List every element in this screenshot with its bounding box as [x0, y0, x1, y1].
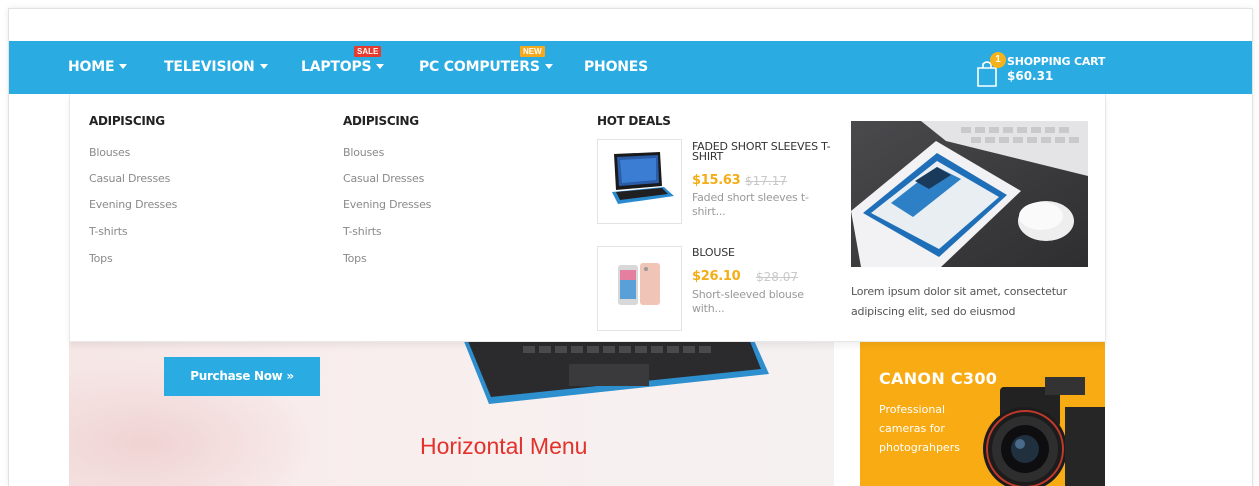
deal-old-price: $28.07	[756, 270, 798, 284]
phone-image	[618, 263, 660, 305]
deal-thumbnail[interactable]	[597, 246, 682, 331]
menu-link-evening-dresses[interactable]: Evening Dresses	[343, 198, 431, 211]
menu-link-tops[interactable]: Tops	[343, 252, 367, 265]
menu-link-blouses[interactable]: Blouses	[343, 146, 384, 159]
deal-old-price: $17.17	[745, 174, 787, 188]
deal-item: BLOUSE $26.10 $28.07 Short-sleeved blous…	[597, 246, 842, 336]
nav-item-label: LAPTOPS	[301, 59, 372, 75]
caret-down-icon	[119, 63, 128, 69]
menu-link-blouses[interactable]: Blouses	[89, 146, 130, 159]
caret-down-icon	[259, 63, 268, 69]
cart-label: SHOPPING CART	[1007, 55, 1106, 68]
deal-item: FADED SHORT SLEEVES T-SHIRT $15.63 $17.1…	[597, 139, 842, 229]
mega-menu-dropdown: ADIPISCING Blouses Casual Dresses Evenin…	[69, 94, 1106, 342]
menu-link-t-shirts[interactable]: T-shirts	[89, 225, 128, 238]
hero-caption: Horizontal Menu	[420, 433, 588, 459]
promo-text: Professional cameras for photograhpers	[879, 403, 960, 454]
promo-banner[interactable]: CANON C300 Professional cameras for phot…	[860, 342, 1105, 486]
caret-down-icon	[376, 63, 385, 69]
deal-description: Faded short sleeves t-shirt...	[692, 191, 809, 218]
nav-item-phones[interactable]: PHONES	[584, 41, 648, 94]
menu-link-t-shirts[interactable]: T-shirts	[343, 225, 382, 238]
deal-price: $26.10	[692, 269, 741, 284]
banner-tablet-image[interactable]	[851, 121, 1088, 267]
cart-total: $60.31	[1007, 69, 1054, 83]
nav-item-label: TELEVISION	[164, 59, 255, 75]
column-title: ADIPISCING	[343, 114, 419, 128]
nav-item-label: PC COMPUTERS	[419, 59, 540, 75]
menu-link-tops[interactable]: Tops	[89, 252, 113, 265]
deal-name[interactable]: BLOUSE	[692, 247, 837, 258]
sale-badge: SALE	[354, 46, 382, 57]
deal-name[interactable]: FADED SHORT SLEEVES T-SHIRT	[692, 141, 837, 162]
nav-item-television[interactable]: TELEVISION	[164, 41, 268, 94]
deal-price: $15.63	[692, 173, 741, 188]
nav-item-home[interactable]: HOME	[68, 41, 128, 94]
deal-thumbnail[interactable]	[597, 139, 682, 224]
hot-deals-title: HOT DEALS	[597, 114, 671, 128]
camera-image	[983, 377, 1105, 486]
page-frame: Purchase Now » Horizontal Menu CANON C30…	[8, 8, 1253, 486]
deal-description: Short-sleeved blouse with...	[692, 288, 804, 315]
menu-link-casual-dresses[interactable]: Casual Dresses	[89, 172, 170, 185]
purchase-now-button[interactable]: Purchase Now »	[164, 357, 320, 396]
nav-item-label: HOME	[68, 59, 115, 75]
nav-item-label: PHONES	[584, 59, 649, 75]
banner-text: Lorem ipsum dolor sit amet, consectetur …	[851, 285, 1067, 318]
column-title: ADIPISCING	[89, 114, 165, 128]
cart-count-badge: 1	[990, 52, 1006, 68]
menu-link-casual-dresses[interactable]: Casual Dresses	[343, 172, 424, 185]
new-badge: NEW	[520, 46, 545, 57]
laptop-image	[612, 152, 674, 204]
caret-down-icon	[544, 63, 553, 69]
hero-banner	[69, 329, 834, 486]
menu-link-evening-dresses[interactable]: Evening Dresses	[89, 198, 177, 211]
